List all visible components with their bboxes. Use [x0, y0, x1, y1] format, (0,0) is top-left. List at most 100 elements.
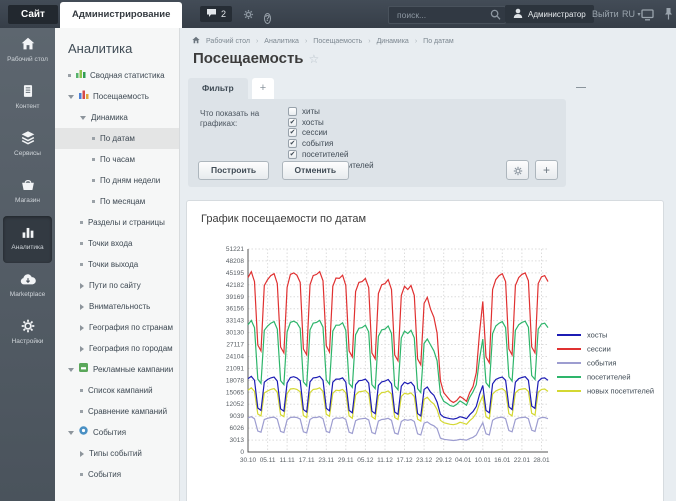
chevron-down-icon: [68, 431, 74, 435]
checkbox-row-0[interactable]: хиты: [288, 106, 374, 117]
sidebar-item-18[interactable]: Типы событий: [55, 443, 179, 464]
user-menu-button[interactable]: Администратор: [505, 5, 594, 23]
svg-text:21091: 21091: [226, 365, 244, 372]
svg-text:17.12: 17.12: [396, 457, 413, 464]
sidebar-item-14[interactable]: Рекламные кампании: [55, 359, 179, 380]
language-selector[interactable]: RU ▾: [622, 9, 641, 19]
svg-text:11.11: 11.11: [279, 457, 295, 464]
svg-text:27117: 27117: [226, 342, 244, 349]
pin-icon[interactable]: [663, 7, 674, 26]
bullet-icon: [92, 137, 95, 140]
series-line-4: [248, 388, 548, 425]
rail-item-home[interactable]: Рабочий стол: [3, 28, 52, 75]
sidebar-item-3[interactable]: По датам: [55, 128, 179, 149]
svg-text:10.01: 10.01: [475, 457, 492, 464]
sidebar-item-5[interactable]: По дням недели: [55, 170, 179, 191]
breadcrumb-separator: ›: [415, 38, 417, 45]
sidebar-item-10[interactable]: Пути по сайту: [55, 275, 179, 296]
sidebar-item-13[interactable]: География по городам: [55, 338, 179, 359]
svg-text:6026: 6026: [230, 425, 245, 432]
logout-link[interactable]: Выйти: [592, 9, 619, 19]
sidebar-item-7[interactable]: Разделы и страницы: [55, 212, 179, 233]
favorite-star-icon[interactable]: ☆: [309, 52, 320, 66]
gear-icon[interactable]: [242, 8, 255, 26]
rail-item-doc[interactable]: Контент: [3, 75, 52, 122]
chevron-right-icon: [80, 304, 84, 310]
svg-text:24104: 24104: [226, 354, 244, 361]
sidebar-item-9[interactable]: Точки выхода: [55, 254, 179, 275]
rail-item-chart[interactable]: Аналитика: [3, 216, 52, 263]
checkbox-row-3[interactable]: ✔события: [288, 138, 374, 149]
breadcrumb-item-3[interactable]: Динамика: [377, 38, 409, 45]
cancel-button[interactable]: Отменить: [282, 161, 350, 180]
minimize-filter-button[interactable]: —: [576, 82, 586, 93]
breadcrumb-separator: ›: [305, 38, 307, 45]
sidebar-item-19[interactable]: События: [55, 464, 179, 485]
checkbox-row-4[interactable]: ✔посетителей: [288, 149, 374, 160]
sidebar-item-11[interactable]: Внимательность: [55, 296, 179, 317]
checkbox-checked[interactable]: ✔: [288, 139, 297, 148]
cart-icon: [3, 176, 52, 194]
checkbox-unchecked[interactable]: [288, 107, 297, 116]
site-tab[interactable]: Сайт: [8, 5, 58, 24]
notifications-button[interactable]: 2: [200, 6, 232, 22]
svg-text:05.11: 05.11: [260, 457, 276, 464]
series-line-2: [248, 417, 548, 441]
svg-text:23.11: 23.11: [318, 457, 334, 464]
breadcrumb-item-4[interactable]: По датам: [423, 38, 454, 45]
breadcrumb-item-0[interactable]: Рабочий стол: [206, 38, 250, 45]
svg-text:30.10: 30.10: [240, 457, 257, 464]
svg-text:3013: 3013: [230, 437, 245, 444]
rail-item-cart[interactable]: Магазин: [3, 169, 52, 216]
rail-item-gear[interactable]: Настройки: [3, 310, 52, 357]
legend-label-1: сессии: [587, 345, 611, 354]
bullet-icon: [92, 200, 95, 203]
checkbox-checked[interactable]: ✔: [288, 128, 297, 137]
sidebar-item-0[interactable]: Сводная статистика: [55, 65, 179, 86]
filter-settings-button[interactable]: [506, 160, 529, 180]
rail-item-layers[interactable]: Сервисы: [3, 122, 52, 169]
checkbox-row-1[interactable]: ✔хосты: [288, 117, 374, 128]
help-icon[interactable]: ?: [264, 8, 271, 26]
chart-icon: [3, 223, 52, 241]
sidebar-item-2[interactable]: Динамика: [55, 107, 179, 128]
build-button[interactable]: Построить: [198, 161, 269, 180]
bullet-icon: [80, 242, 83, 245]
filter-prompt: Что показать на графиках:: [200, 109, 284, 129]
sidebar-item-16[interactable]: Сравнение кампаний: [55, 401, 179, 422]
sidebar-item-12[interactable]: География по странам: [55, 317, 179, 338]
svg-text:33143: 33143: [226, 318, 244, 325]
sidebar-item-6[interactable]: По месяцам: [55, 191, 179, 212]
filter-add-button[interactable]: +: [535, 160, 558, 180]
app-window: Сайт Администрирование 2 ? Администратор…: [0, 0, 676, 501]
rail-item-cloud[interactable]: Marketplace: [3, 263, 52, 310]
notification-bubble-icon: [206, 8, 217, 20]
main-content: Рабочий стол › Аналитика › Посещаемость › Дина…: [180, 28, 676, 501]
checkbox-checked[interactable]: ✔: [288, 118, 297, 127]
svg-text:04.01: 04.01: [455, 457, 472, 464]
svg-text:18078: 18078: [226, 377, 244, 384]
search-input[interactable]: [388, 6, 506, 24]
filter-tab[interactable]: Фильтр: [188, 78, 248, 99]
breadcrumb-item-2[interactable]: Посещаемость: [313, 38, 362, 45]
breadcrumb-item-1[interactable]: Аналитика: [264, 38, 299, 45]
add-filter-tab-button[interactable]: +: [252, 78, 274, 99]
checkbox-row-2[interactable]: ✔сессии: [288, 128, 374, 139]
svg-text:42182: 42182: [226, 282, 244, 289]
bullet-icon: [80, 410, 83, 413]
legend-label-0: хосты: [587, 331, 607, 340]
svg-text:48208: 48208: [226, 258, 244, 265]
sidebar-item-1[interactable]: Посещаемость: [55, 86, 179, 107]
desktop-icon[interactable]: [641, 8, 654, 26]
breadcrumb-separator: ›: [368, 38, 370, 45]
admin-tab[interactable]: Администрирование: [60, 2, 182, 28]
sidebar-item-15[interactable]: Список кампаний: [55, 380, 179, 401]
sidebar-item-8[interactable]: Точки входа: [55, 233, 179, 254]
sidebar-item-17[interactable]: События: [55, 422, 179, 443]
search-icon: [490, 8, 501, 26]
chevron-right-icon: [80, 283, 84, 289]
checkbox-checked[interactable]: ✔: [288, 150, 297, 159]
home-icon: [192, 36, 200, 46]
legend-label-2: события: [587, 359, 616, 368]
sidebar-item-4[interactable]: По часам: [55, 149, 179, 170]
